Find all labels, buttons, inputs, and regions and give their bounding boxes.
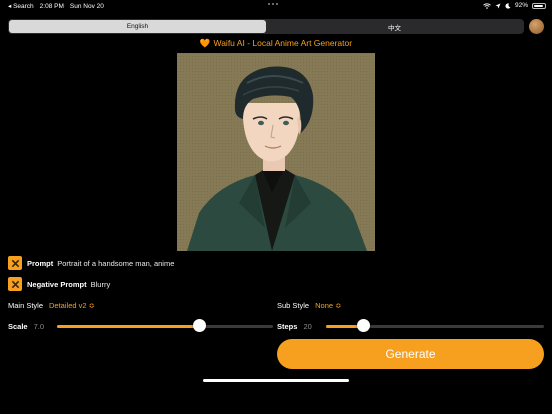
home-indicator[interactable] bbox=[203, 379, 349, 382]
steps-value: 20 bbox=[303, 322, 312, 331]
battery-percent: 92% bbox=[514, 2, 528, 9]
multitasking-dots-icon[interactable] bbox=[268, 3, 278, 5]
steps-label: Steps bbox=[277, 322, 298, 331]
negative-prompt-input[interactable]: Blurry bbox=[91, 280, 111, 289]
negative-prompt-row: Negative Prompt Blurry bbox=[8, 277, 110, 291]
location-icon bbox=[495, 3, 501, 8]
clear-negative-prompt-button[interactable] bbox=[8, 277, 22, 291]
scale-slider[interactable] bbox=[57, 319, 273, 333]
prompt-input[interactable]: Portrait of a handsome man, anime bbox=[57, 259, 174, 268]
sub-style-select[interactable]: None ≎ bbox=[315, 301, 341, 310]
wifi-icon bbox=[483, 2, 491, 9]
scale-fill bbox=[57, 324, 200, 328]
segment-chinese[interactable]: 中文 bbox=[266, 20, 523, 33]
status-bar: ◂ Search 2:08 PM Sun Nov 20 92% bbox=[0, 0, 552, 12]
generate-button[interactable]: Generate bbox=[277, 339, 544, 369]
steps-label-group: Steps 20 bbox=[277, 322, 312, 331]
main-style-row: Main Style Detailed v2 ≎ bbox=[8, 301, 95, 310]
main-style-select[interactable]: Detailed v2 ≎ bbox=[49, 301, 95, 310]
generated-portrait-image bbox=[177, 53, 375, 251]
scale-value: 7.0 bbox=[33, 322, 45, 331]
prompt-row: Prompt Portrait of a handsome man, anime bbox=[8, 256, 174, 270]
moon-icon bbox=[505, 2, 511, 9]
app-title-text: Waifu AI - Local Anime Art Generator bbox=[213, 38, 353, 48]
back-to-search-link[interactable]: ◂ Search bbox=[8, 2, 34, 10]
prompt-label: Prompt bbox=[27, 258, 54, 268]
close-icon bbox=[11, 259, 19, 267]
app-title: 🧡 Waifu AI - Local Anime Art Generator bbox=[0, 38, 552, 49]
scale-label-group: Scale 7.0 bbox=[8, 322, 44, 331]
status-date: Sun Nov 20 bbox=[69, 2, 104, 10]
negative-prompt-label: Negative Prompt bbox=[27, 279, 87, 289]
close-icon bbox=[11, 280, 19, 288]
steps-thumb[interactable] bbox=[356, 319, 370, 332]
steps-slider[interactable] bbox=[326, 319, 544, 333]
scale-label: Scale bbox=[8, 322, 28, 331]
scale-thumb[interactable] bbox=[193, 319, 207, 332]
cookie-avatar-button[interactable] bbox=[529, 19, 544, 34]
battery-icon bbox=[532, 2, 546, 9]
scale-track bbox=[57, 324, 273, 328]
main-style-label: Main Style bbox=[8, 301, 44, 310]
sub-style-row: Sub Style None ≎ bbox=[277, 301, 341, 310]
language-segmented-control: English 中文 bbox=[8, 19, 524, 34]
clear-prompt-button[interactable] bbox=[8, 256, 22, 270]
segment-english[interactable]: English bbox=[9, 20, 266, 33]
status-time: 2:08 PM bbox=[39, 2, 64, 10]
sub-style-label: Sub Style bbox=[277, 301, 310, 310]
heart-icon: 🧡 bbox=[199, 38, 211, 48]
